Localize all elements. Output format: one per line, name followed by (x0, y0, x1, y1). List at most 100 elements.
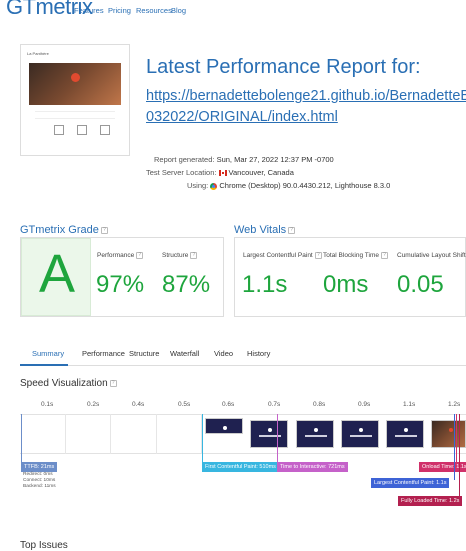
structure-label-text: Structure (162, 252, 189, 260)
help-icon[interactable]: ? (100, 226, 108, 234)
timeline-tick: 0.2s (87, 401, 100, 408)
filmstrip-divider (110, 414, 111, 454)
tti-marker-line (277, 414, 278, 464)
thumbnail-icon (77, 125, 87, 135)
frame-bar (350, 435, 372, 437)
fully-loaded-label: Fully Loaded Time: 1.2s (398, 496, 463, 506)
frame-bar (305, 435, 327, 437)
frame-dot (268, 428, 272, 432)
filmstrip-frame[interactable] (250, 420, 288, 448)
filmstrip-divider (65, 414, 66, 454)
filmstrip-frame[interactable] (341, 420, 379, 448)
fcp-label: First Contentful Paint: 510ms (202, 462, 279, 472)
help-icon[interactable]: ? (136, 252, 144, 259)
frame-dot (314, 428, 318, 432)
timeline-tick: 0.1s (41, 401, 54, 408)
structure-value: 87% (162, 271, 211, 298)
cls-label-text: Cumulative Layout Shift (397, 252, 466, 260)
filmstrip-frame[interactable] (205, 418, 243, 434)
nav-features-link[interactable]: Features (74, 6, 104, 15)
nav-blog-link[interactable]: Blog (171, 6, 186, 15)
performance-value: 97% (96, 271, 145, 298)
ttfb-marker-line (21, 414, 22, 464)
ttfb-label: TTFB: 21ms (21, 462, 58, 472)
thumbnail-text-lines (35, 111, 115, 119)
lcp-label-text: Largest Contentful Paint (243, 252, 313, 260)
top-issues-heading: Top Issues (20, 540, 68, 551)
tab-structure[interactable]: Structure (129, 349, 159, 358)
frame-dot (404, 428, 408, 432)
frame-bar (395, 435, 417, 437)
tbt-value: 0ms (323, 271, 369, 298)
server-location-label: Test Server Location: (146, 168, 217, 177)
nav-resources-link[interactable]: Resources (136, 6, 172, 15)
tab-summary[interactable]: Summary (32, 349, 64, 358)
timeline-tick: 0.4s (132, 401, 145, 408)
using-value: Chrome (Desktop) 90.0.4430.212, Lighthou… (219, 181, 391, 190)
server-location-value: Vancouver, Canada (228, 168, 294, 177)
structure-label: Structure? (162, 252, 198, 260)
web-vitals-heading-text: Web Vitals (234, 224, 287, 236)
report-generated-value: Sun, Mar 27, 2022 12:37 PM -0700 (216, 155, 334, 164)
frame-dot (223, 426, 227, 430)
lcp-marker-line (454, 414, 455, 480)
fully-loaded-marker-line (459, 414, 460, 498)
lcp-value: 1.1s (242, 271, 288, 298)
timeline-tick: 1.2s (448, 401, 461, 408)
top-nav: GTmetrix Features Pricing Resources Blog (0, 0, 466, 22)
timeline-tick: 0.9s (358, 401, 371, 408)
page-screenshot-thumbnail[interactable]: La Panthère (20, 44, 130, 156)
tab-history[interactable]: History (247, 349, 270, 358)
timeline-tick: 0.7s (268, 401, 281, 408)
help-icon[interactable]: ? (190, 252, 198, 259)
nav-pricing-link[interactable]: Pricing (108, 6, 131, 15)
server-location-row: Test Server Location: Vancouver, Canada (146, 168, 294, 177)
backend-time: Backend: 11ms (23, 484, 56, 489)
cls-label: Cumulative Layout Shift? (397, 252, 466, 259)
active-tab-indicator (20, 364, 68, 366)
tab-waterfall[interactable]: Waterfall (170, 349, 199, 358)
timeline-tick: 0.6s (222, 401, 235, 408)
lcp-label: Largest Contentful Paint? (243, 252, 322, 259)
using-label: Using: (187, 181, 209, 190)
thumbnail-hero-image (29, 63, 121, 105)
cls-value: 0.05 (397, 271, 444, 298)
filmstrip-frame[interactable] (296, 420, 334, 448)
web-vitals-heading: Web Vitals? (234, 224, 296, 236)
report-url-line2[interactable]: 032022/ORIGINAL/index.html (146, 107, 466, 128)
using-row: Using: Chrome (Desktop) 90.0.4430.212, L… (187, 181, 390, 190)
help-icon[interactable]: ? (109, 379, 117, 387)
tab-performance[interactable]: Performance (82, 349, 125, 358)
report-generated-label: Report generated: (154, 155, 215, 164)
tbt-label-text: Total Blocking Time (323, 252, 379, 260)
grade-letter: A (38, 244, 76, 304)
tab-video[interactable]: Video (214, 349, 233, 358)
report-generated-row: Report generated: Sun, Mar 27, 2022 12:3… (154, 155, 334, 164)
timeline-tick: 0.5s (178, 401, 191, 408)
help-icon[interactable]: ? (314, 252, 322, 259)
tbt-label: Total Blocking Time? (323, 252, 388, 259)
filmstrip-divider (156, 414, 157, 454)
onload-marker-line (456, 414, 457, 464)
report-title: Latest Performance Report for: (146, 56, 421, 78)
thumbnail-site-name: La Panthère (27, 51, 49, 56)
chrome-icon (210, 182, 218, 190)
thumbnail-icon (100, 125, 110, 135)
fcp-marker-line (202, 414, 203, 464)
tti-label: Time to Interactive: 721ms (277, 462, 348, 472)
performance-label: Performance? (97, 252, 144, 260)
frame-dot (449, 428, 453, 432)
canada-flag-icon (218, 170, 227, 177)
filmstrip-frame-final[interactable] (431, 420, 466, 448)
speed-visualization-heading: Speed Visualization? (20, 378, 117, 389)
filmstrip-frame[interactable] (386, 420, 424, 448)
report-url-line1[interactable]: https://bernadettebolenge21.github.io/Be… (146, 86, 466, 107)
speed-visualization-heading-text: Speed Visualization (20, 378, 108, 389)
help-icon[interactable]: ? (381, 252, 388, 259)
gtmetrix-grade-heading: GTmetrix Grade? (20, 224, 108, 236)
lcp-timeline-label: Largest Contentful Paint: 1.1s (371, 478, 450, 488)
help-icon[interactable]: ? (288, 226, 296, 234)
grade-letter-box: A (21, 238, 91, 316)
timeline-tick: 1.1s (403, 401, 416, 408)
performance-label-text: Performance (97, 252, 135, 260)
